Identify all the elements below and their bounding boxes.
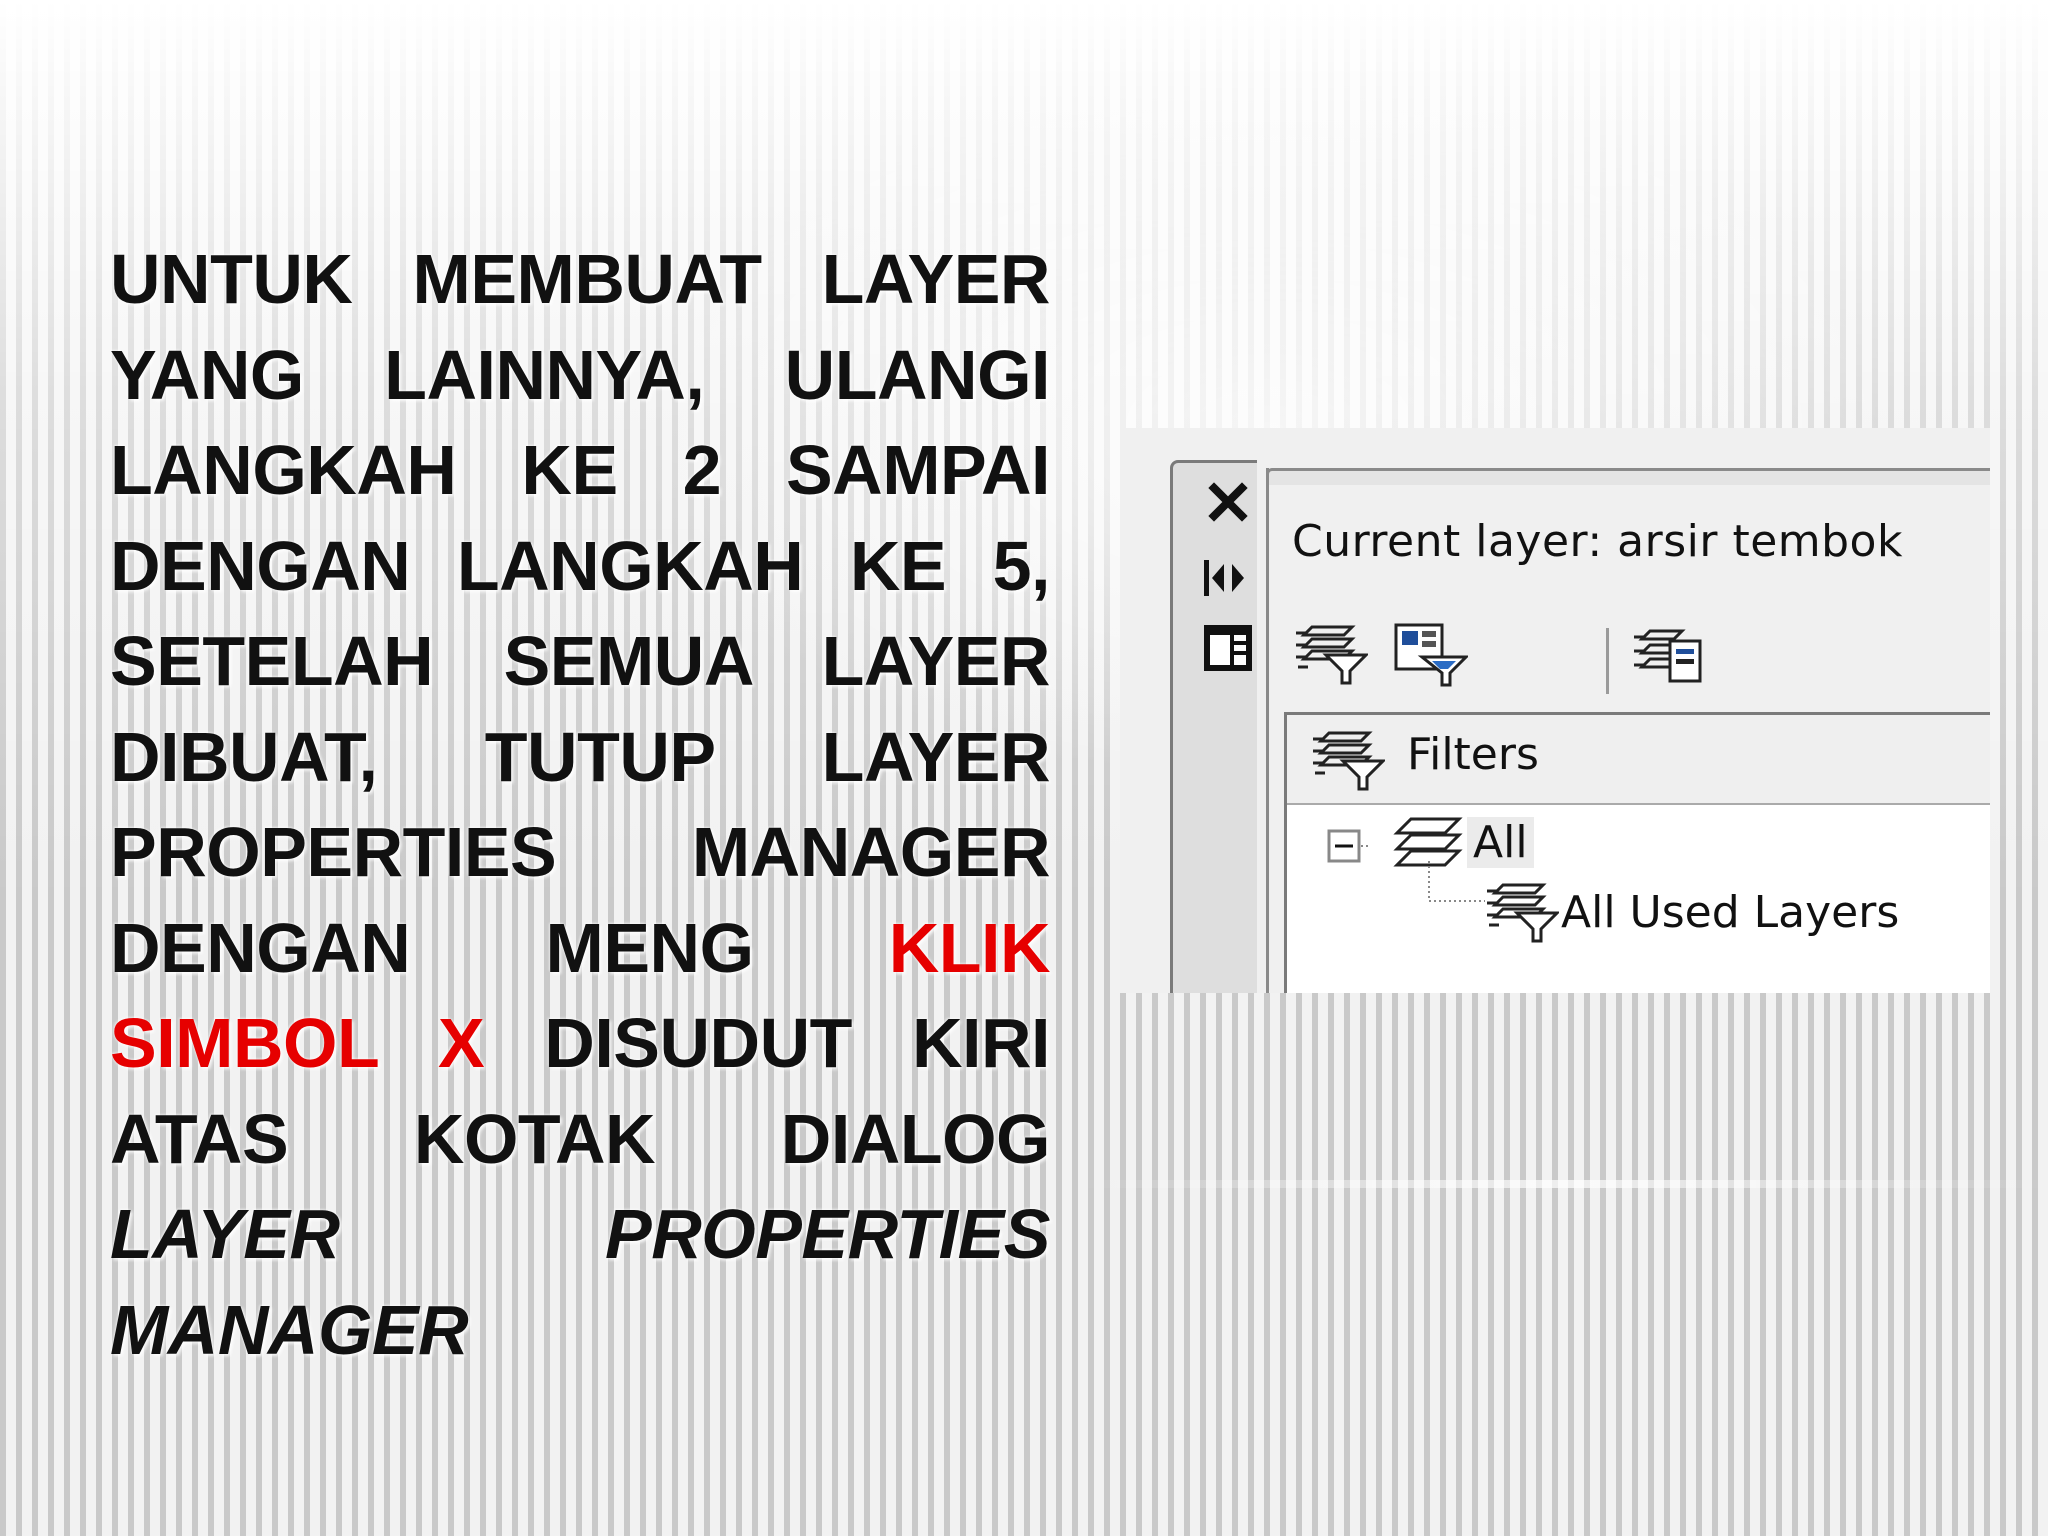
tree-node-all-used-layers[interactable]: All Used Layers: [1287, 861, 1990, 945]
layer-palette-screenshot: Current layer: arsir tembok Filters All …: [1120, 428, 1990, 993]
new-property-filter-button[interactable]: [1290, 616, 1370, 696]
filters-label: Filters: [1407, 729, 1539, 780]
filter-toolbar: [1280, 616, 1990, 696]
current-layer-label: Current layer: arsir tembok: [1292, 516, 1903, 567]
used-layers-filter-icon: [1483, 879, 1561, 950]
rail-divider: [1266, 468, 1269, 993]
properties-icon: [1202, 623, 1254, 678]
text-segment: UNTUK MEMBUAT LAYER YANG LAINNYA, ULANGI…: [110, 240, 1051, 987]
collapse-icon[interactable]: [1327, 829, 1371, 870]
palette-title-rail: [1170, 460, 1257, 993]
auto-hide-button[interactable]: [1200, 554, 1256, 606]
italic-text: LAYER PROPERTIES MANAGER: [110, 1195, 1051, 1369]
close-button[interactable]: [1200, 478, 1256, 530]
layer-states-manager-icon: [1630, 621, 1706, 692]
close-icon: [1208, 481, 1248, 527]
auto-hide-icon: [1202, 556, 1254, 605]
slide-body-text: UNTUK MEMBUAT LAYER YANG LAINNYA, ULANGI…: [110, 232, 1051, 1378]
tree-label-all-used-layers: All Used Layers: [1561, 887, 1900, 938]
palette-frame-top: [1266, 468, 1990, 485]
filters-header[interactable]: Filters: [1287, 715, 1990, 805]
properties-button[interactable]: [1200, 624, 1256, 676]
new-group-filter-icon: [1392, 621, 1470, 692]
palette-content: Current layer: arsir tembok Filters All …: [1280, 498, 1990, 993]
tree-connector: [1427, 861, 1487, 926]
new-property-filter-icon: [1292, 621, 1370, 692]
tree-node-all[interactable]: All: [1287, 811, 1990, 877]
toolbar-separator: [1606, 628, 1609, 694]
filters-icon: [1309, 727, 1387, 798]
new-group-filter-button[interactable]: [1390, 616, 1470, 696]
filter-tree-panel: Filters All All Used Layers: [1284, 712, 1990, 993]
background-highlight: [1080, 1180, 2048, 1188]
layer-states-manager-button[interactable]: [1628, 616, 1708, 696]
